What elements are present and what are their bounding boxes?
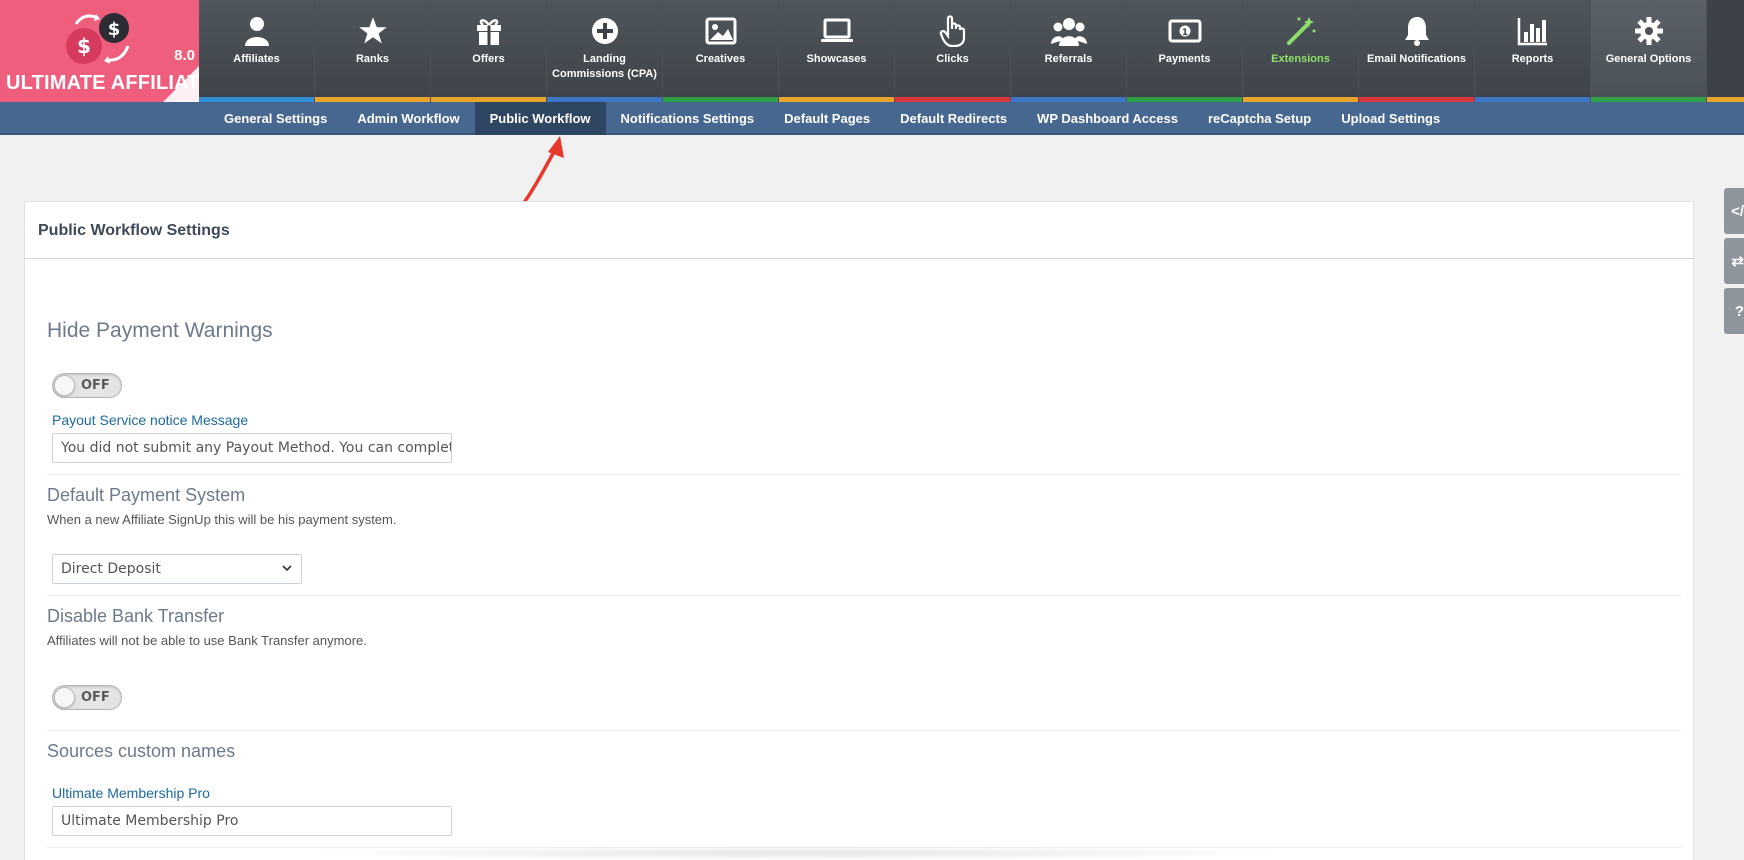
top-navigation: $ $ 8.0 ULTIMATE AFFILIATE Affiliates Ran… [0,0,1744,102]
main-menu: Affiliates Ranks Offers Landing Commissions… [199,0,1744,102]
disable-bank-description: Affiliates will not be able to use Bank … [47,633,367,648]
public-workflow-settings-card: Public Workflow Settings Hide Payment Wa… [24,201,1694,860]
menu-item-label: Reports [1511,53,1554,65]
swap-icon[interactable]: ⇄ [1724,238,1744,284]
pointer-hand-icon [895,14,1010,48]
menu-item-label: Payments [1158,53,1211,65]
menu-item-label: General Options [1605,53,1692,65]
sources-section: Sources custom names [47,741,1682,762]
membership-pro-label: Ultimate Membership Pro [52,785,210,801]
version-badge: 8.0 [174,47,195,64]
default-payment-select[interactable]: Direct Deposit [52,554,302,584]
help-icon[interactable]: ? [1724,288,1744,334]
gear-icon [1591,14,1706,48]
disable-bank-toggle[interactable]: OFF [52,685,122,710]
toggle-state: OFF [81,690,110,705]
svg-text:$: $ [108,19,121,40]
star-icon [315,14,430,48]
payout-notice-field: Payout Service notice Message You did no… [52,412,1687,463]
users-icon [1011,14,1126,48]
image-icon [663,14,778,48]
toggle-knob [54,687,75,708]
hide-payment-warnings-heading: Hide Payment Warnings [47,319,273,342]
tab-admin-workflow[interactable]: Admin Workflow [342,102,474,135]
menu-item-reports[interactable]: Reports [1475,0,1591,102]
default-payment-heading: Default Payment System [47,485,246,505]
tab-upload-settings[interactable]: Upload Settings [1326,102,1455,135]
plus-circle-icon [547,14,662,48]
menu-item-label: Extensions [1271,53,1330,65]
membership-pro-input[interactable]: Ultimate Membership Pro [52,806,452,836]
menu-item-email-notifications[interactable]: Email Notifications [1359,0,1475,102]
menu-item-extensions[interactable]: Extensions [1243,0,1359,102]
menu-item-label: Landing Commissions (CPA) [552,53,657,80]
disable-bank-section: Disable Bank Transfer Affiliates will no… [47,606,1682,648]
hide-payment-warnings-toggle[interactable]: OFF [52,373,122,398]
tab-default-pages[interactable]: Default Pages [769,102,885,135]
toggle-knob [54,375,75,396]
menu-item-clicks[interactable]: Clicks [895,0,1011,102]
menu-item-label: Showcases [806,53,867,65]
settings-subnav: General Settings Admin Workflow Public Wor… [0,102,1744,135]
gift-icon [431,14,546,48]
payout-notice-input[interactable]: You did not submit any Payout Method. Yo… [52,433,452,463]
laptop-icon [779,14,894,48]
toggle-state: OFF [81,378,110,393]
coins-logo-icon: $ $ [66,13,130,64]
section-divider [47,474,1682,475]
membership-pro-field: Ultimate Membership Pro Ultimate Members… [52,785,1687,836]
menu-item-label: Creatives [695,53,746,65]
logo-corner-fold [163,66,199,102]
default-payment-selected: Direct Deposit [61,561,161,577]
menu-trailing-stripe [1707,0,1744,102]
menu-item-label: Ranks [355,53,390,65]
magic-wand-icon [1243,14,1358,48]
tab-default-redirects[interactable]: Default Redirects [885,102,1022,135]
tab-general-settings[interactable]: General Settings [209,102,342,135]
default-payment-select-wrap: Direct Deposit [52,554,1687,584]
payout-notice-label: Payout Service notice Message [52,412,249,428]
svg-text:$: $ [77,34,91,58]
menu-item-creatives[interactable]: Creatives [663,0,779,102]
menu-item-general-options[interactable]: General Options [1591,0,1707,102]
money-icon: 1 [1127,14,1242,48]
svg-text:1: 1 [1181,28,1187,38]
bar-chart-icon [1475,14,1590,48]
menu-item-affiliates[interactable]: Affiliates [199,0,315,102]
tab-recaptcha-setup[interactable]: reCaptcha Setup [1193,102,1326,135]
disable-bank-heading: Disable Bank Transfer [47,606,225,626]
menu-item-ranks[interactable]: Ranks [315,0,431,102]
hide-payment-warnings-toggle-wrap: OFF [52,373,1687,398]
menu-item-label: Email Notifications [1366,53,1467,65]
tab-notifications-settings[interactable]: Notifications Settings [606,102,770,135]
tab-wp-dashboard-access[interactable]: WP Dashboard Access [1022,102,1193,135]
menu-item-landing-commissions-cpa[interactable]: Landing Commissions (CPA) [547,0,663,102]
section-divider [47,730,1682,731]
disable-bank-toggle-wrap: OFF [52,685,1687,710]
menu-item-referrals[interactable]: Referrals [1011,0,1127,102]
menu-item-label: Offers [472,53,505,65]
menu-item-label: Clicks [936,53,969,65]
menu-item-label: Affiliates [233,53,280,65]
sources-heading: Sources custom names [47,741,236,761]
user-icon [199,14,314,48]
default-payment-section: Default Payment System When a new Affili… [47,485,1682,527]
hide-payment-warnings-section: Hide Payment Warnings [47,319,1682,343]
default-payment-description: When a new Affiliate SignUp this will be… [47,512,397,527]
brand-logo[interactable]: $ $ 8.0 ULTIMATE AFFILIATE [0,0,199,102]
chevron-down-icon [281,555,293,593]
menu-item-showcases[interactable]: Showcases [779,0,895,102]
menu-item-label: Referrals [1044,53,1093,65]
card-title: Public Workflow Settings [25,202,1693,259]
menu-item-offers[interactable]: Offers [431,0,547,102]
bottom-shadow [280,846,1310,860]
side-tools: </ ⇄ ? [1724,188,1744,338]
code-icon[interactable]: </ [1724,188,1744,234]
menu-item-payments[interactable]: 1 Payments [1127,0,1243,102]
bell-icon [1359,14,1474,48]
section-divider [47,595,1682,596]
